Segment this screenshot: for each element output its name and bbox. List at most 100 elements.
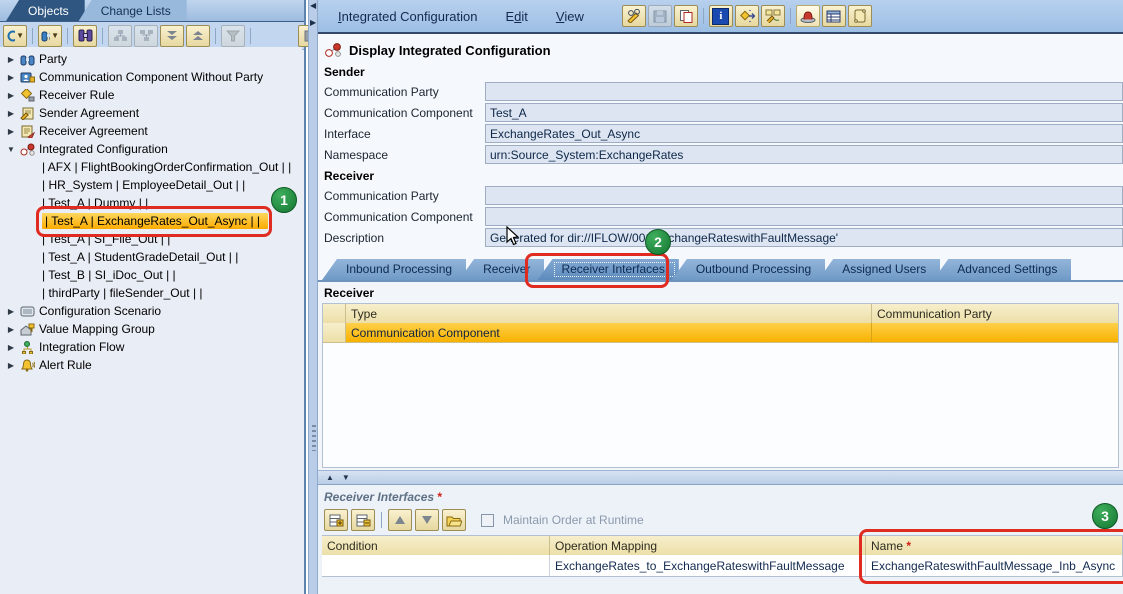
form-row: Communication Party <box>318 185 1123 206</box>
receiver-communication-component-field[interactable] <box>485 207 1123 226</box>
move-up-hierarchy-button[interactable] <box>134 25 158 47</box>
tree-item-ico-hr-system[interactable]: | HR_System | EmployeeDetail_Out | | <box>0 176 302 194</box>
receiver-communication-party-field[interactable] <box>485 186 1123 205</box>
scroll-icon <box>852 9 867 23</box>
receiver-interfaces-heading: Receiver Interfaces <box>324 490 434 504</box>
search-button[interactable]: ▼ <box>38 25 62 47</box>
expander-icon[interactable]: ▶ <box>6 91 16 100</box>
tree-item-receiver-agreement[interactable]: ▶ Receiver Agreement <box>0 122 302 140</box>
sender-interface-field[interactable]: ExchangeRates_Out_Async <box>485 124 1123 143</box>
where-used-button[interactable] <box>735 5 759 27</box>
cell-type[interactable]: Communication Component <box>346 323 872 342</box>
expand-all-button[interactable] <box>160 25 184 47</box>
move-up-button[interactable] <box>388 509 412 531</box>
tree-item-alert-rule[interactable]: ▶ Alert Rule <box>0 356 302 374</box>
tree-item-party[interactable]: ▶ Party <box>0 50 302 68</box>
tree-item-integrated-configuration[interactable]: ▼ Integrated Configuration <box>0 140 302 158</box>
form-row: Communication Party <box>318 81 1123 102</box>
tree-item-receiver-rule[interactable]: ▶ Receiver Rule <box>0 86 302 104</box>
copy-button[interactable] <box>674 5 698 27</box>
tree-item-label: | HR_System | EmployeeDetail_Out | | <box>42 178 245 192</box>
expander-icon[interactable]: ▶ <box>6 325 16 334</box>
display-object-button[interactable]: ▼ <box>3 25 27 47</box>
collapse-left-icon[interactable]: ◀ <box>310 1 316 10</box>
tree-item-ico-si-file-out[interactable]: | Test_A | SI_File_Out | | <box>0 230 302 248</box>
menu-integrated-configuration[interactable]: Integrated Configuration <box>338 9 478 24</box>
list-view-button[interactable] <box>822 5 846 27</box>
splitter-up-icon[interactable]: ▲ <box>326 473 334 482</box>
tab-objects[interactable]: Objects <box>6 0 85 21</box>
find-button[interactable] <box>73 25 97 47</box>
left-tabstrip: Objects Change Lists <box>0 0 304 22</box>
info-button[interactable]: i <box>709 5 733 27</box>
expander-icon[interactable]: ▶ <box>6 73 16 82</box>
cell-operation-mapping[interactable]: ExchangeRates_to_ExchangeRateswithFaultM… <box>550 555 866 576</box>
annotation-badge-2: 2 <box>645 229 671 255</box>
separator <box>250 28 251 44</box>
history-button[interactable] <box>848 5 872 27</box>
tree-item-communication-component-without-party[interactable]: ▶ Communication Component Without Party <box>0 68 302 86</box>
splitter-down-icon[interactable]: ▼ <box>342 473 350 482</box>
tree-item-configuration-scenario[interactable]: ▶ Configuration Scenario <box>0 302 302 320</box>
splitter-grip[interactable] <box>312 425 316 451</box>
move-down-button[interactable] <box>415 509 439 531</box>
expander-icon[interactable]: ▼ <box>6 145 16 154</box>
annotation-badge-1: 1 <box>271 187 297 213</box>
delete-row-button[interactable] <box>351 509 375 531</box>
filter-button[interactable] <box>221 25 245 47</box>
panel-splitter[interactable]: ◀ ▶ <box>308 0 318 594</box>
menu-view[interactable]: View <box>556 9 584 24</box>
expander-icon[interactable]: ▶ <box>6 55 16 64</box>
tab-change-lists[interactable]: Change Lists <box>79 0 187 21</box>
tab-receiver[interactable]: Receiver <box>459 259 544 280</box>
expander-icon[interactable]: ▶ <box>6 361 16 370</box>
collapse-all-button[interactable] <box>186 25 210 47</box>
tree-item-ico-exchangerates-selected[interactable]: | Test_A | ExchangeRates_Out_Async | | <box>0 212 302 230</box>
tab-assigned-users[interactable]: Assigned Users <box>818 259 940 280</box>
switch-edit-mode-button[interactable] <box>622 5 646 27</box>
tree-item-ico-filesender-out[interactable]: | thirdParty | fileSender_Out | | <box>0 284 302 302</box>
tab-inbound-processing[interactable]: Inbound Processing <box>322 259 466 280</box>
sender-communication-party-field[interactable] <box>485 82 1123 101</box>
receiver-interfaces-header: Condition Operation Mapping Name * <box>322 536 1122 555</box>
cell-name[interactable]: ExchangeRateswithFaultMessage_Inb_Async <box>866 555 1122 576</box>
move-down-hierarchy-button[interactable] <box>108 25 132 47</box>
integrated-configuration-icon <box>324 43 342 58</box>
tree-item-integration-flow[interactable]: ▶ Integration Flow <box>0 338 302 356</box>
tree-item-ico-studentgradedetail[interactable]: | Test_A | StudentGradeDetail_Out | | <box>0 248 302 266</box>
tree-item-label: Receiver Agreement <box>39 124 148 138</box>
row-selector[interactable] <box>323 323 346 342</box>
open-button[interactable] <box>442 509 466 531</box>
expander-icon[interactable]: ▶ <box>6 307 16 316</box>
tree-item-ico-si-idoc-out[interactable]: | Test_B | SI_iDoc_Out | | <box>0 266 302 284</box>
tree-item-ico-afx[interactable]: | AFX | FlightBookingOrderConfirmation_O… <box>0 158 302 176</box>
description-field[interactable]: Generated for dir://IFLOW/001'ExchangeRa… <box>485 228 1123 247</box>
header-data-button[interactable] <box>796 5 820 27</box>
expander-icon[interactable]: ▶ <box>6 109 16 118</box>
expander-icon[interactable]: ▶ <box>6 343 16 352</box>
receiver-interfaces-row[interactable]: ExchangeRates_to_ExchangeRateswithFaultM… <box>322 555 1122 576</box>
arrow-down-icon <box>421 515 433 525</box>
tree-item-value-mapping-group[interactable]: ▶ Value Mapping Group <box>0 320 302 338</box>
tree-item-ico-test-a-dummy[interactable]: | Test_A | Dummy | | <box>0 194 302 212</box>
horizontal-splitter[interactable]: ▲ ▼ <box>318 470 1123 485</box>
tree-item-sender-agreement[interactable]: ▶ Sender Agreement <box>0 104 302 122</box>
expander-icon[interactable]: ▶ <box>6 127 16 136</box>
sender-communication-component-field[interactable]: Test_A <box>485 103 1123 122</box>
expand-right-icon[interactable]: ▶ <box>310 18 316 27</box>
save-button[interactable] <box>648 5 672 27</box>
field-label: Namespace <box>324 148 485 162</box>
insert-row-button[interactable] <box>324 509 348 531</box>
receiver-table-row[interactable]: Communication Component <box>323 323 1118 342</box>
tab-advanced-settings[interactable]: Advanced Settings <box>933 259 1071 280</box>
tab-outbound-processing[interactable]: Outbound Processing <box>672 259 825 280</box>
menu-edit[interactable]: Edit <box>506 9 528 24</box>
tab-receiver-interfaces[interactable]: Receiver Interfaces <box>537 259 678 280</box>
tree-item-label: Integration Flow <box>39 340 124 354</box>
cell-condition[interactable] <box>322 555 550 576</box>
sender-namespace-field[interactable]: urn:Source_System:ExchangeRates <box>485 145 1123 164</box>
maintain-order-checkbox[interactable] <box>481 514 494 527</box>
tree-item-label: Sender Agreement <box>39 106 139 120</box>
check-objects-button[interactable] <box>761 5 785 27</box>
cell-communication-party[interactable] <box>872 323 1118 342</box>
